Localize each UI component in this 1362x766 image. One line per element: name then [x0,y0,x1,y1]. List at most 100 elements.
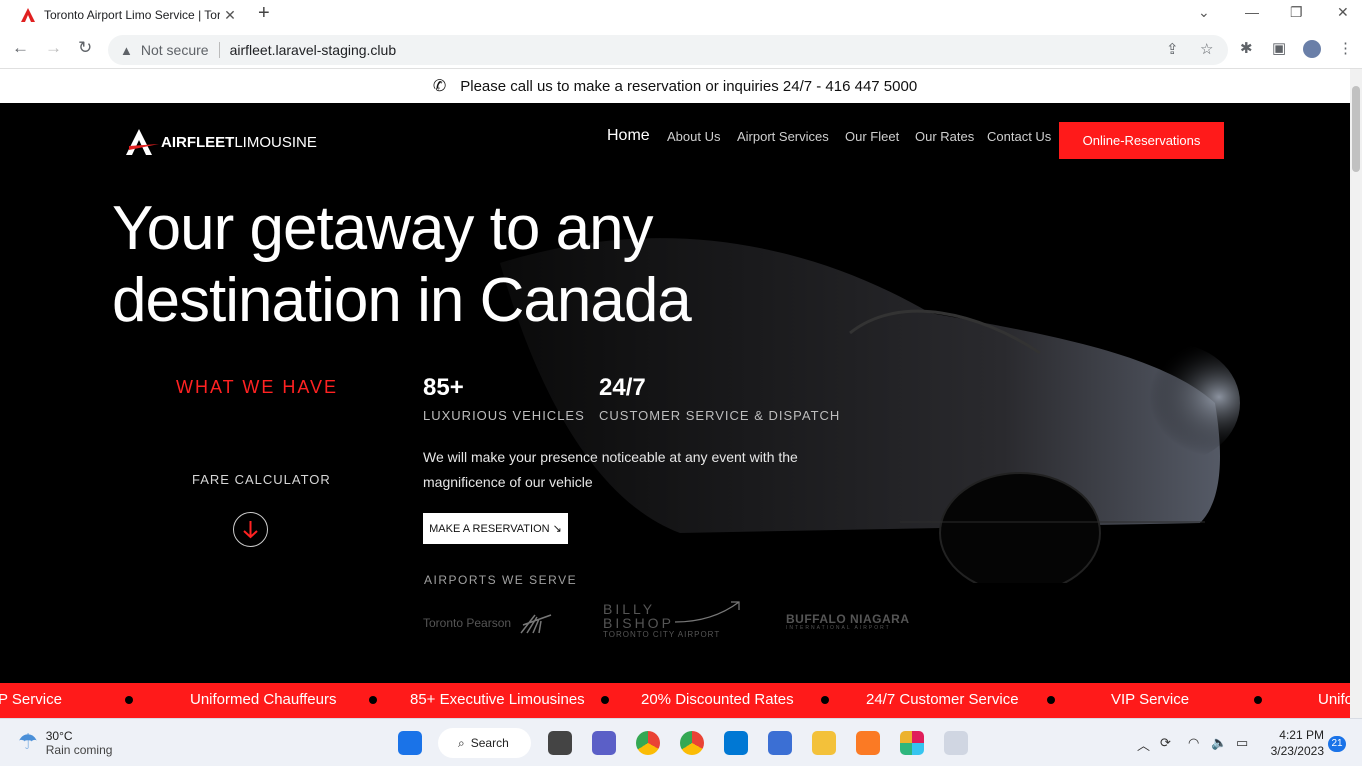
bookmark-star-icon[interactable]: ☆ [1200,40,1213,58]
sync-icon[interactable]: ⟳ [1160,735,1171,751]
browser-toolbar: ← → ↻ ▲ Not secure airfleet.laravel-stag… [0,30,1362,69]
browser-tab-strip: Toronto Airport Limo Service | Toro ✕ + … [0,0,1362,30]
task-view-icon[interactable] [548,731,572,755]
share-icon[interactable]: ⇪ [1166,40,1179,58]
call-banner: ✆ Please call us to make a reservation o… [0,69,1350,103]
airfleet-favicon-icon [21,8,35,22]
menu-kebab-icon[interactable]: ⋮ [1338,39,1353,57]
restore-icon[interactable]: ❐ [1290,4,1303,21]
close-window-icon[interactable]: ✕ [1337,4,1349,21]
rain-umbrella-icon: ☂ [18,729,38,754]
online-reservations-button[interactable]: Online-Reservations [1059,122,1224,159]
chrome-icon[interactable] [636,731,660,755]
hero-headline-line2: destination in Canada [112,266,692,335]
stat-service-value: 24/7 [599,374,646,401]
taskbar-clock[interactable]: 4:21 PM 3/23/2023 [1262,727,1324,759]
minimize-icon[interactable]: — [1245,4,1259,20]
hero-section: AIRFLEET LIMOUSINE Home About Us Airport … [0,103,1350,683]
windows-start-icon[interactable] [398,731,422,755]
fare-calculator-link[interactable]: FARE CALCULATOR [192,472,331,487]
make-reservation-button[interactable]: MAKE A RESERVATION ↘ [423,513,568,544]
ticker-dot [1254,696,1262,704]
browser-tab[interactable]: Toronto Airport Limo Service | Toro ✕ [8,0,246,30]
wifi-icon[interactable]: ◠ [1188,735,1199,751]
reload-icon[interactable]: ↻ [78,38,92,58]
taskbar-search[interactable]: ⌕ Search [438,728,531,758]
hero-headline-line1: Your getaway to any [112,194,654,263]
arrow-down-icon [243,521,258,539]
weather-condition: Rain coming [45,743,113,757]
scroll-down-button[interactable] [233,512,268,547]
ticker-item: Uniformed Chauffeurs [190,691,337,708]
page-scrollbar[interactable] [1350,69,1362,718]
pearson-wing-icon [520,614,552,634]
ticker-item: 20% Discounted Rates [641,691,794,708]
call-banner-text: Please call us to make a reservation or … [460,77,918,95]
url-text[interactable]: airfleet.laravel-staging.club [230,42,397,58]
buffalo-niagara-logo: BUFFALO NIAGARA INTERNATIONAL AIRPORT [786,613,910,631]
side-panel-icon[interactable]: ▣ [1272,39,1286,57]
clock-date: 3/23/2023 [1270,744,1324,758]
stat-vehicles-label: LUXURIOUS VEHICLES [423,408,585,423]
address-bar[interactable]: ▲ Not secure airfleet.laravel-staging.cl… [108,35,1228,65]
xampp-icon[interactable] [856,731,880,755]
snipping-tool-icon[interactable] [944,731,968,755]
profile-avatar[interactable] [1303,40,1321,58]
stat-vehicles-value: 85+ [423,374,464,401]
nav-contact-us[interactable]: Contact Us [987,129,1051,144]
close-tab-icon[interactable]: ✕ [220,7,240,24]
slack-icon[interactable] [900,731,924,755]
hero-headline: Your getaway to any destination in Canad… [112,193,812,337]
nav-airport-services[interactable]: Airport Services [737,129,829,144]
billy-bishop-logo: BILLY BISHOP TORONTO CITY AIRPORT [603,601,743,639]
forward-icon[interactable]: → [45,38,62,58]
ticker-dot [1047,696,1055,704]
extensions-icon[interactable]: ✱ [1240,39,1253,57]
tab-search-icon[interactable]: ⌄ [1198,4,1210,21]
ticker-item: 85+ Executive Limousines [410,691,585,708]
battery-icon[interactable]: ▭ [1236,735,1248,751]
tray-overflow-icon[interactable]: ︿ [1137,735,1150,754]
ticker-item: Unifo [1318,691,1350,708]
airfleet-logo[interactable]: AIRFLEET LIMOUSINE [125,128,317,156]
windows-taskbar: ☂ 30°C Rain coming ⌕ Search ︿ ⟳ ◠ 🔈 ▭ 4:… [0,718,1362,766]
toronto-city-airport-text: TORONTO CITY AIRPORT [603,630,721,639]
search-icon: ⌕ [458,735,465,750]
ticker-item: P Service [0,691,62,708]
vscode-icon[interactable] [724,731,748,755]
taskbar-search-label: Search [470,736,509,750]
nav-home[interactable]: Home [607,127,650,145]
notification-badge[interactable]: 21 [1328,736,1346,752]
weather-temperature: 30°C [45,729,73,743]
scrollbar-thumb[interactable] [1352,86,1360,172]
chrome-profile-icon[interactable] [680,731,704,755]
phone-icon: ✆ [432,78,447,95]
logo-text-bold: AIRFLEET [161,133,235,151]
omnibox-divider [218,42,220,58]
warning-icon[interactable]: ▲ [120,43,133,58]
back-icon[interactable]: ← [12,38,29,58]
airfleet-logo-icon [126,129,159,155]
features-ticker: P Service Uniformed Chauffeurs 85+ Execu… [0,683,1350,718]
weather-widget[interactable]: ☂ 30°C Rain coming [18,729,112,757]
volume-icon[interactable]: 🔈 [1211,735,1227,751]
app-icon[interactable] [768,731,792,755]
ticker-item: VIP Service [1111,691,1190,708]
what-we-have-label: WHAT WE HAVE [176,377,339,397]
new-tab-icon[interactable]: + [258,2,270,25]
tab-title: Toronto Airport Limo Service | Toro [44,8,220,22]
page-viewport: ✆ Please call us to make a reservation o… [0,69,1350,718]
file-explorer-icon[interactable] [812,731,836,755]
ticker-dot [125,696,133,704]
nav-our-rates[interactable]: Our Rates [915,129,974,144]
toronto-pearson-text: Toronto Pearson [423,616,512,630]
ticker-dot [369,696,377,704]
teams-chat-icon[interactable] [592,731,616,755]
security-label[interactable]: Not secure [141,42,209,58]
ticker-dot [601,696,609,704]
nav-our-fleet[interactable]: Our Fleet [845,129,899,144]
nav-about-us[interactable]: About Us [667,129,720,144]
ticker-item: 24/7 Customer Service [866,691,1019,708]
stat-service-label: CUSTOMER SERVICE & DISPATCH [599,408,841,423]
hero-description: We will make your presence noticeable at… [423,449,798,490]
